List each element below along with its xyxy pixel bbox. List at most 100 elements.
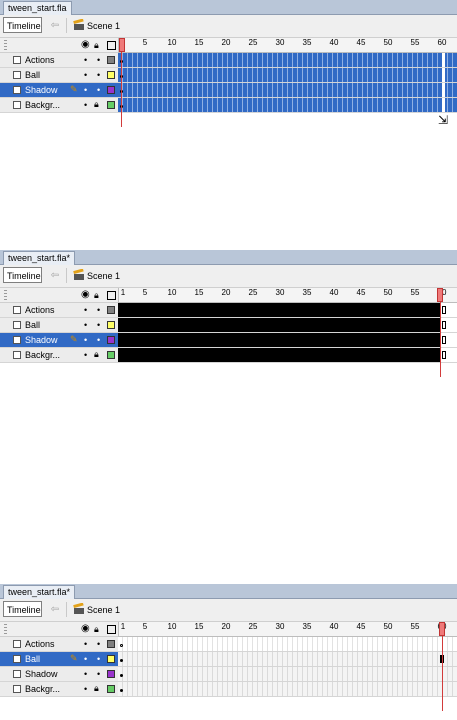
timeline-toggle-button[interactable]: Timeline xyxy=(3,17,42,33)
layer-row-shadow[interactable]: Shadow • • xyxy=(0,667,118,682)
frame-row[interactable] xyxy=(118,637,457,652)
lock-icon[interactable]: 🔒︎ xyxy=(94,39,99,51)
document-tab[interactable]: tween_start.fla xyxy=(3,1,72,15)
keyframe[interactable] xyxy=(120,689,123,692)
timeline-toggle-button[interactable]: Timeline xyxy=(3,601,42,617)
back-arrow-icon[interactable]: ⇦ xyxy=(48,269,62,283)
lock-dot[interactable]: • xyxy=(97,84,100,97)
frame-row[interactable] xyxy=(118,348,457,363)
eye-icon[interactable]: ◉ xyxy=(81,289,90,301)
frame-grid[interactable] xyxy=(118,303,457,363)
layer-row-shadow[interactable]: Shadow ✎ • • xyxy=(0,333,118,348)
frame-row[interactable] xyxy=(118,98,457,113)
layer-row-ball[interactable]: Ball ✎ • • xyxy=(0,652,118,667)
visibility-dot[interactable]: • xyxy=(84,84,87,97)
scene-label[interactable]: Scene 1 xyxy=(87,19,120,33)
lock-icon[interactable]: 🔒︎ xyxy=(94,623,99,635)
grip-handle[interactable] xyxy=(4,40,7,50)
lock-dot[interactable]: • xyxy=(97,334,100,347)
visibility-dot[interactable]: • xyxy=(84,334,87,347)
layer-color-swatch[interactable] xyxy=(107,101,115,109)
outline-icon[interactable] xyxy=(107,291,116,300)
visibility-dot[interactable]: • xyxy=(84,668,87,681)
visibility-dot[interactable]: • xyxy=(84,638,87,651)
lock-icon[interactable]: 🔒︎ xyxy=(94,682,99,695)
layer-color-swatch[interactable] xyxy=(107,306,115,314)
frame-row[interactable] xyxy=(118,682,457,697)
layer-row-actions[interactable]: Actions • • xyxy=(0,303,118,318)
outline-icon[interactable] xyxy=(107,41,116,50)
layer-row-ball[interactable]: Ball • • xyxy=(0,318,118,333)
layer-row-background[interactable]: Backgr... • 🔒︎ xyxy=(0,348,118,363)
grip-handle[interactable] xyxy=(4,624,7,634)
playhead[interactable] xyxy=(439,622,445,636)
frame-row[interactable] xyxy=(118,53,457,68)
layer-color-swatch[interactable] xyxy=(107,655,115,663)
end-frame-marker[interactable] xyxy=(442,336,446,344)
lock-dot[interactable]: • xyxy=(97,638,100,651)
layer-row-actions[interactable]: Actions • • xyxy=(0,637,118,652)
document-tab[interactable]: tween_start.fla* xyxy=(3,251,76,265)
frame-grid[interactable] xyxy=(118,637,457,697)
layer-color-swatch[interactable] xyxy=(107,640,115,648)
grip-handle[interactable] xyxy=(4,290,7,300)
visibility-dot[interactable]: • xyxy=(84,653,87,666)
visibility-dot[interactable]: • xyxy=(84,54,87,67)
visibility-dot[interactable]: • xyxy=(84,349,87,362)
layer-color-swatch[interactable] xyxy=(107,336,115,344)
keyframe[interactable] xyxy=(120,644,123,647)
layer-color-swatch[interactable] xyxy=(107,86,115,94)
frame-row[interactable] xyxy=(118,318,457,333)
layer-color-swatch[interactable] xyxy=(107,321,115,329)
frame-ruler[interactable]: 1 5 10 15 20 25 30 35 40 45 50 55 60 xyxy=(118,288,457,303)
outline-icon[interactable] xyxy=(107,625,116,634)
scene-label[interactable]: Scene 1 xyxy=(87,603,120,617)
document-tab[interactable]: tween_start.fla* xyxy=(3,585,76,599)
lock-dot[interactable]: • xyxy=(97,668,100,681)
playhead[interactable] xyxy=(119,38,125,52)
visibility-dot[interactable]: • xyxy=(84,683,87,696)
frame-row[interactable] xyxy=(118,667,457,682)
lock-dot[interactable]: • xyxy=(97,319,100,332)
end-frame-marker[interactable] xyxy=(442,306,446,314)
layer-row-shadow[interactable]: Shadow ✎ • • xyxy=(0,83,118,98)
layer-row-background[interactable]: Backgr... • 🔒︎ xyxy=(0,98,118,113)
lock-icon[interactable]: 🔒︎ xyxy=(94,289,99,301)
eye-icon[interactable]: ◉ xyxy=(81,623,90,635)
visibility-dot[interactable]: • xyxy=(84,69,87,82)
layer-color-swatch[interactable] xyxy=(107,670,115,678)
visibility-dot[interactable]: • xyxy=(84,304,87,317)
lock-icon[interactable]: 🔒︎ xyxy=(94,348,99,361)
layer-color-swatch[interactable] xyxy=(107,71,115,79)
scene-label[interactable]: Scene 1 xyxy=(87,269,120,283)
layer-row-ball[interactable]: Ball • • xyxy=(0,68,118,83)
eye-icon[interactable]: ◉ xyxy=(81,39,90,51)
frame-row[interactable] xyxy=(118,333,457,348)
layer-color-swatch[interactable] xyxy=(107,685,115,693)
layer-color-swatch[interactable] xyxy=(107,351,115,359)
end-frame-marker[interactable] xyxy=(442,351,446,359)
layer-color-swatch[interactable] xyxy=(107,56,115,64)
keyframe[interactable] xyxy=(120,674,123,677)
visibility-dot[interactable]: • xyxy=(84,319,87,332)
playhead[interactable] xyxy=(437,288,443,302)
lock-dot[interactable]: • xyxy=(97,304,100,317)
frame-ruler[interactable]: 1 5 10 15 20 25 30 35 40 45 50 55 60 xyxy=(118,38,457,53)
keyframe[interactable] xyxy=(120,659,123,662)
lock-dot[interactable]: • xyxy=(97,54,100,67)
frame-row[interactable] xyxy=(118,652,457,667)
frame-row[interactable] xyxy=(118,303,457,318)
frame-row[interactable] xyxy=(118,68,457,83)
layer-row-actions[interactable]: Actions • • xyxy=(0,53,118,68)
lock-icon[interactable]: 🔒︎ xyxy=(94,98,99,111)
frame-ruler[interactable]: 1 5 10 15 20 25 30 35 40 45 50 55 60 xyxy=(118,622,457,637)
lock-dot[interactable]: • xyxy=(97,69,100,82)
lock-dot[interactable]: • xyxy=(97,653,100,666)
end-frame-marker[interactable] xyxy=(442,321,446,329)
frame-grid[interactable] xyxy=(118,53,457,113)
layer-row-background[interactable]: Backgr... • 🔒︎ xyxy=(0,682,118,697)
back-arrow-icon[interactable]: ⇦ xyxy=(48,19,62,33)
visibility-dot[interactable]: • xyxy=(84,99,87,112)
timeline-toggle-button[interactable]: Timeline xyxy=(3,267,42,283)
frame-row[interactable] xyxy=(118,83,457,98)
